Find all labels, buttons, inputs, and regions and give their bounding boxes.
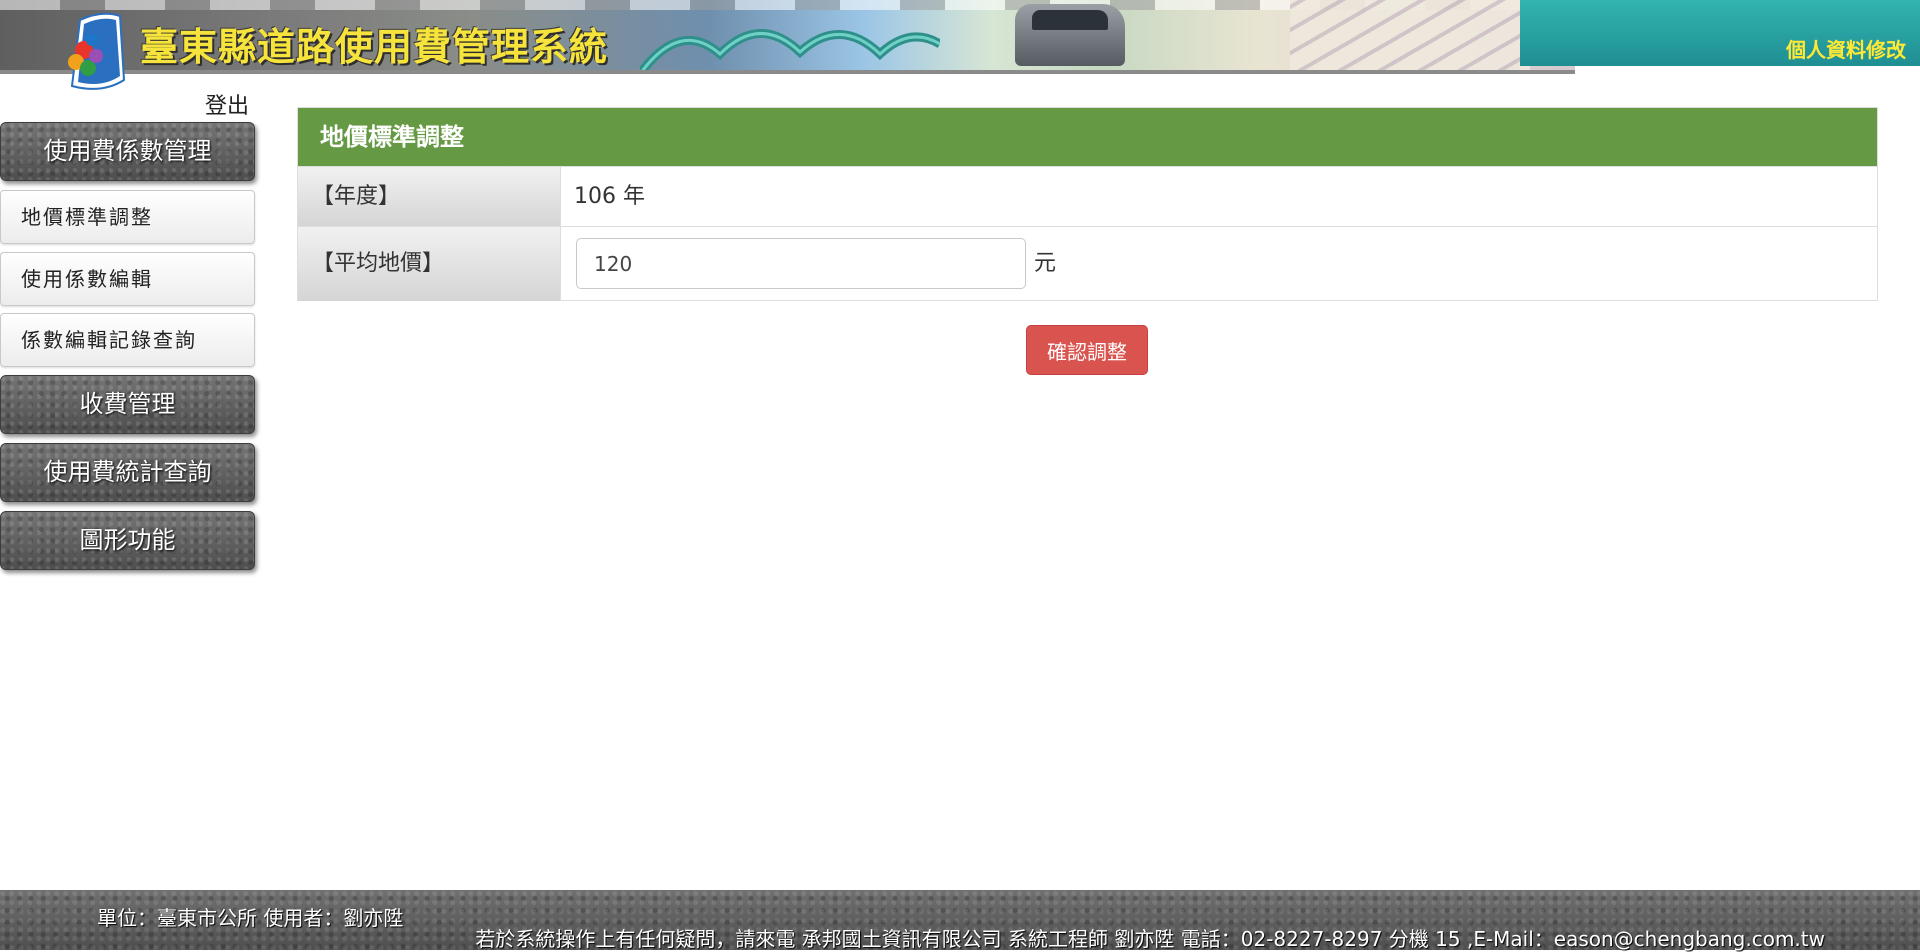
price-unit-label: 元: [1034, 251, 1057, 276]
average-price-row: 【平均地價】 元: [298, 226, 1877, 301]
footer: 單位：臺東市公所 使用者：劉亦陞 若於系統操作上有任何疑問，請來電 承邦國土資訊…: [0, 890, 1920, 951]
banknotes-graphic: [1290, 0, 1530, 70]
system-title: 臺東縣道路使用費管理系統: [140, 25, 609, 69]
year-value: 106 年: [574, 184, 645, 209]
bridge-arches-graphic: [640, 29, 940, 70]
panel-title: 地價標準調整: [298, 108, 1877, 166]
footer-contact-info: 若於系統操作上有任何疑問，請來電 承邦國土資訊有限公司 系統工程師 劉亦陞 電話…: [475, 927, 1825, 951]
menu-header-fee-collection[interactable]: 收費管理: [0, 375, 255, 434]
footer-unit-user: 單位：臺東市公所 使用者：劉亦陞: [97, 906, 404, 930]
menu-header-fee-coefficient[interactable]: 使用費係數管理: [0, 122, 255, 181]
logout-link[interactable]: 登出: [205, 88, 249, 120]
year-label: 【年度】: [298, 167, 561, 226]
menu-item-edit-log-query[interactable]: 係數編輯記錄查詢: [0, 313, 255, 367]
confirm-adjust-button[interactable]: 確認調整: [1026, 325, 1148, 375]
menu-item-coefficient-edit[interactable]: 使用係數編輯: [0, 252, 255, 306]
average-price-input[interactable]: [576, 238, 1026, 289]
county-logo-icon: [68, 12, 126, 90]
car-window-graphic: [1032, 10, 1108, 30]
land-price-panel: 地價標準調整 【年度】 106 年 【平均地價】 元: [297, 107, 1878, 301]
year-row: 【年度】 106 年: [298, 166, 1877, 226]
average-price-label: 【平均地價】: [298, 227, 561, 301]
menu-header-fee-statistics[interactable]: 使用費統計查詢: [0, 443, 255, 502]
average-price-cell: 元: [562, 227, 1877, 301]
profile-edit-link[interactable]: 個人資料修改: [1786, 34, 1906, 63]
header-banner: 臺東縣道路使用費管理系統 個人資料修改: [0, 0, 1920, 90]
menu-header-graphics[interactable]: 圖形功能: [0, 511, 255, 570]
menu-item-land-price-adjust[interactable]: 地價標準調整: [0, 190, 255, 244]
